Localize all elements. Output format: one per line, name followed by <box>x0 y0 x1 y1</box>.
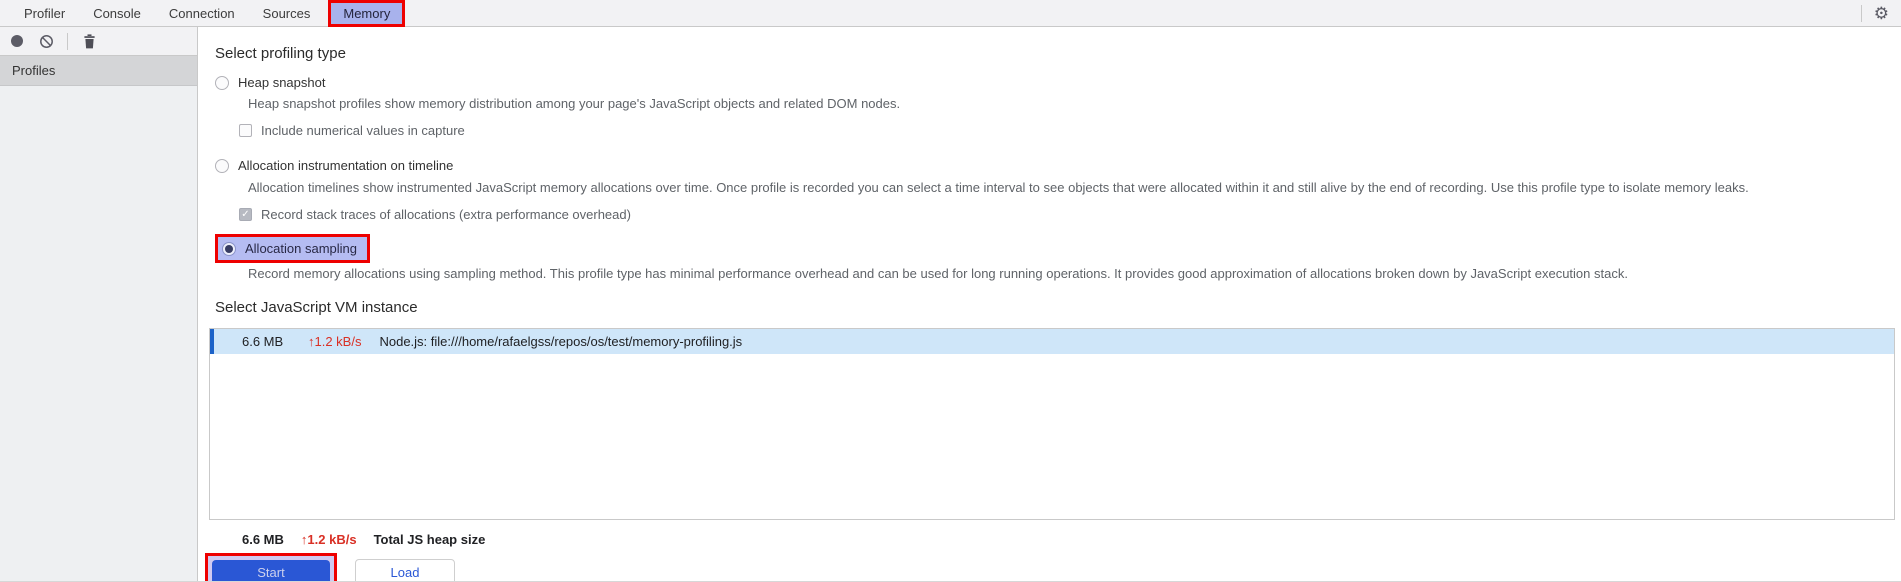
profiles-toolbar <box>0 27 197 56</box>
annotation-box-memory-tab: Memory <box>328 0 406 27</box>
tab-profiler[interactable]: Profiler <box>10 0 79 27</box>
vm-heap-rate: ↑1.2 kB/s <box>308 334 362 349</box>
annotation-box-start-button: Start <box>205 553 337 581</box>
record-icon[interactable] <box>9 33 25 49</box>
tab-sources[interactable]: Sources <box>249 0 325 27</box>
vm-instance-name: Node.js: file:///home/rafaelgss/repos/os… <box>379 334 743 349</box>
vm-total-rate: ↑1.2 kB/s <box>300 532 357 547</box>
vm-instance-heading: Select JavaScript VM instance <box>215 299 418 316</box>
memory-panel: Select profiling type Heap snapshot Heap… <box>199 27 1901 581</box>
toolbar-divider <box>67 32 68 50</box>
option-desc-heap-snapshot: Heap snapshot profiles show memory distr… <box>248 96 901 111</box>
vm-heap-size: 6.6 MB <box>242 334 284 349</box>
option-desc-allocation-timeline: Allocation timelines show instrumented J… <box>248 180 1749 195</box>
vm-total-label: Total JS heap size <box>373 532 486 547</box>
checkbox-label-include-numerical: Include numerical values in capture <box>261 123 465 138</box>
vm-total-row: 6.6 MB ↑1.2 kB/s Total JS heap size <box>242 532 1901 547</box>
sidebar-item-profiles[interactable]: Profiles <box>0 56 197 86</box>
tab-bar-divider <box>1860 5 1862 22</box>
profiles-sidebar: Profiles <box>0 27 198 581</box>
annotation-box-allocation-sampling: Allocation sampling <box>215 234 371 263</box>
trash-icon[interactable] <box>81 33 97 49</box>
option-desc-allocation-sampling: Record memory allocations using sampling… <box>248 266 1628 281</box>
main-tab-bar: Profiler Console Connection Sources Memo… <box>0 0 1901 27</box>
start-button[interactable]: Start <box>212 560 330 581</box>
checkbox-label-record-stack-traces: Record stack traces of allocations (extr… <box>261 207 631 222</box>
block-icon[interactable] <box>38 33 54 49</box>
option-title-allocation-timeline: Allocation instrumentation on timeline <box>238 158 454 173</box>
tab-memory[interactable]: Memory <box>331 2 403 24</box>
vm-total-size: 6.6 MB <box>242 532 284 547</box>
load-button[interactable]: Load <box>355 559 455 581</box>
tab-bar-right: ⚙ <box>1860 0 1889 27</box>
checkbox-record-stack-traces[interactable]: Record stack traces of allocations (extr… <box>239 207 1901 222</box>
profiles-label: Profiles <box>12 63 56 78</box>
option-title-allocation-sampling[interactable]: Allocation sampling <box>245 241 357 256</box>
radio-icon-heap-snapshot[interactable] <box>215 75 229 90</box>
tab-connection[interactable]: Connection <box>155 0 249 27</box>
tab-console[interactable]: Console <box>79 0 155 27</box>
checkbox-icon-include-numerical[interactable] <box>239 124 252 137</box>
vm-instance-list: 6.6 MB ↑1.2 kB/s Node.js: file:///home/r… <box>209 328 1895 520</box>
checkbox-icon-record-stack-traces[interactable] <box>239 208 252 221</box>
option-title-heap-snapshot: Heap snapshot <box>238 75 326 90</box>
radio-heap-snapshot[interactable]: Heap snapshot <box>215 75 1901 90</box>
profiling-type-heading: Select profiling type <box>215 45 346 62</box>
radio-icon-allocation-sampling[interactable] <box>222 241 236 256</box>
devtools-window: Profiler Console Connection Sources Memo… <box>0 0 1901 582</box>
vm-instance-row[interactable]: 6.6 MB ↑1.2 kB/s Node.js: file:///home/r… <box>210 329 1894 354</box>
radio-allocation-timeline[interactable]: Allocation instrumentation on timeline <box>215 158 1901 173</box>
action-buttons-row: Start Load <box>205 553 1901 581</box>
gear-icon[interactable]: ⚙ <box>1874 5 1889 22</box>
checkbox-include-numerical-values[interactable]: Include numerical values in capture <box>239 123 1901 138</box>
radio-icon-allocation-timeline[interactable] <box>215 158 229 173</box>
